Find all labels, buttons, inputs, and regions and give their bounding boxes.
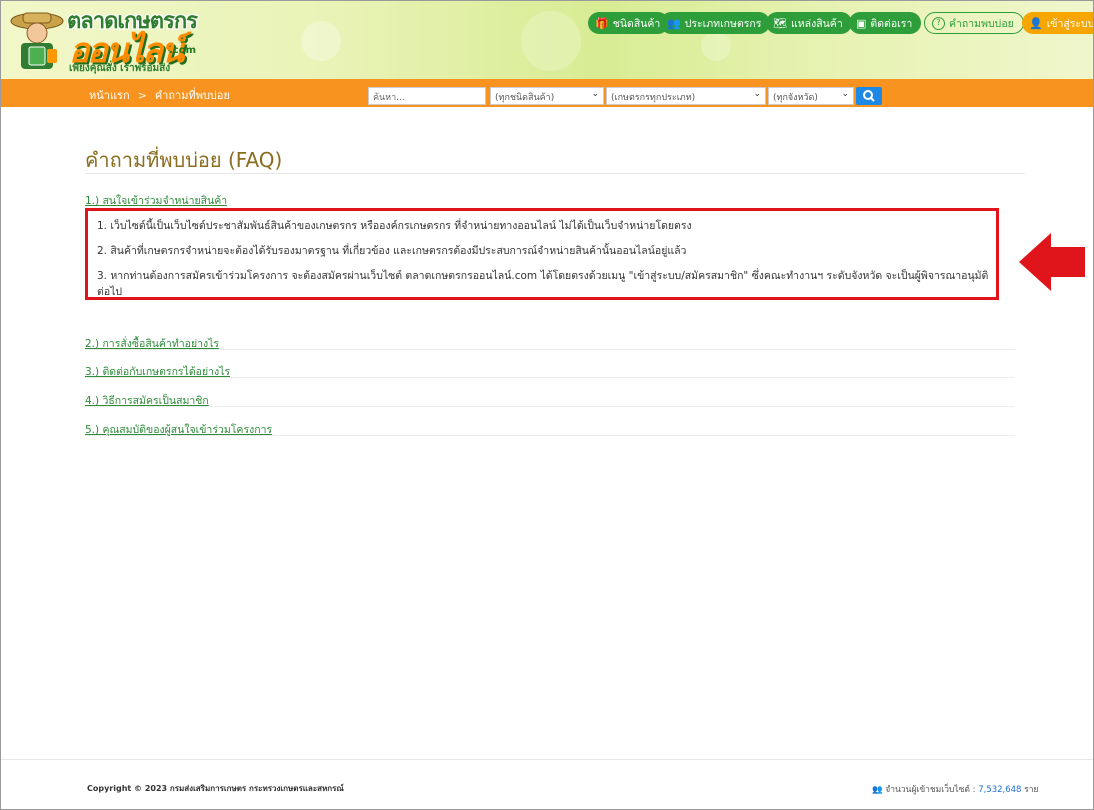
- faq-question-row: 2.) การสั่งซื้อสินค้าทำอย่างไร: [85, 332, 1015, 350]
- gift-icon: 🎁: [595, 16, 609, 30]
- logo-slogan: เพียงคุณสั่ง เราพร้อมส่ง: [69, 63, 171, 74]
- nav-label: แหล่งสินค้า: [790, 17, 843, 30]
- search-button[interactable]: [856, 87, 882, 105]
- visitor-unit: ราย: [1024, 785, 1039, 795]
- province-value: (ทุกจังหวัด): [773, 93, 818, 103]
- visitor-count: 7,532,648: [978, 785, 1022, 795]
- faq-question-1[interactable]: 1.) สนใจเข้าร่วมจำหน่ายสินค้า: [85, 192, 227, 209]
- faq-answer-line: ต่อไป: [97, 286, 123, 298]
- product-type-value: (ทุกชนิดสินค้า): [495, 93, 555, 103]
- nav-farmer-type-button[interactable]: 👥 ประเภทเกษตรกร: [660, 12, 771, 34]
- people-icon: 👥: [667, 16, 681, 30]
- faq-question-3[interactable]: 3.) ติดต่อกับเกษตรกรได้อย่างไร: [85, 366, 230, 378]
- search-icon: [863, 90, 875, 102]
- faq-question-2[interactable]: 2.) การสั่งซื้อสินค้าทำอย่างไร: [85, 338, 219, 350]
- faq-question-5[interactable]: 5.) คุณสมบัติของผู้สนใจเข้าร่วมโครงการ: [85, 424, 272, 436]
- farmer-type-value: (เกษตรกรทุกประเภท): [611, 93, 696, 103]
- province-select[interactable]: (ทุกจังหวัด) ⌄: [768, 87, 854, 105]
- nav-source-button[interactable]: 🗺 แหล่งสินค้า: [766, 12, 852, 34]
- faq-question-row: 4.) วิธีการสมัครเป็นสมาชิก: [85, 389, 1015, 407]
- red-arrow-icon: [1019, 233, 1085, 291]
- nav-contact-button[interactable]: ▣ ติดต่อเรา: [849, 12, 922, 34]
- chevron-down-icon: ⌄: [753, 89, 761, 99]
- farmer-mascot-icon: [10, 12, 64, 69]
- browser-frame: ตลาดเกษตรกร ออนไลน์ .com เพียงคุณสั่ง เร…: [0, 0, 1094, 810]
- nav-login-button[interactable]: 👤 เข้าสู่ระบบ: [1022, 12, 1093, 34]
- faq-answer-line: 1. เว็บไซต์นี้เป็นเว็บไซต์ประชาสัมพันธ์ส…: [97, 220, 692, 232]
- people-icon: 👥: [872, 785, 883, 795]
- faq-question-row: 5.) คุณสมบัติของผู้สนใจเข้าร่วมโครงการ: [85, 418, 1015, 436]
- logo-dotcom: .com: [169, 45, 197, 56]
- breadcrumb-separator: >: [137, 88, 147, 102]
- farmer-type-select[interactable]: (เกษตรกรทุกประเภท) ⌄: [606, 87, 766, 105]
- question-icon: ?: [932, 16, 945, 30]
- faq-answer-line: 3. หากท่านต้องการสมัครเข้าร่วมโครงการ จะ…: [97, 270, 989, 282]
- page-title: คำถามที่พบบ่อย (FAQ): [85, 148, 283, 172]
- nav-label: คำถามพบบ่อย: [949, 17, 1014, 30]
- footer-divider: [1, 759, 1093, 760]
- breadcrumb: หน้าแรก > คำถามที่พบบ่อย: [89, 86, 230, 104]
- nav-product-type-button[interactable]: 🎁 ชนิดสินค้า: [588, 12, 670, 34]
- nav-faq-button[interactable]: ? คำถามพบบ่อย: [924, 12, 1024, 34]
- breadcrumb-current: คำถามที่พบบ่อย: [154, 89, 230, 102]
- faq-question-row: 3.) ติดต่อกับเกษตรกรได้อย่างไร: [85, 360, 1015, 378]
- visitor-counter: 👥 จำนวนผู้เข้าชมเว็บไซต์ : 7,532,648 ราย: [872, 782, 1039, 796]
- breadcrumb-home[interactable]: หน้าแรก: [89, 86, 130, 104]
- chevron-down-icon: ⌄: [841, 89, 849, 99]
- nav-label: ชนิดสินค้า: [612, 17, 661, 30]
- title-divider: [85, 173, 1025, 174]
- nav-label: ติดต่อเรา: [870, 17, 913, 30]
- faq-answer-line: 2. สินค้าที่เกษตรกรจำหน่ายจะต้องได้รับรอ…: [97, 245, 687, 257]
- map-icon: 🗺: [773, 16, 787, 30]
- nav-label: ประเภทเกษตรกร: [684, 17, 762, 30]
- site-logo[interactable]: ตลาดเกษตรกร ออนไลน์ .com เพียงคุณสั่ง เร…: [9, 5, 239, 75]
- faq-question-4[interactable]: 4.) วิธีการสมัครเป็นสมาชิก: [85, 395, 209, 407]
- visitor-label: จำนวนผู้เข้าชมเว็บไซต์ :: [885, 785, 976, 795]
- user-icon: 👤: [1029, 16, 1043, 30]
- footer-copyright: Copyright © 2023 กรมส่งเสริมการเกษตร กระ…: [87, 784, 344, 793]
- product-type-select[interactable]: (ทุกชนิดสินค้า) ⌄: [490, 87, 604, 105]
- contact-icon: ▣: [856, 16, 867, 30]
- site-header: ตลาดเกษตรกร ออนไลน์ .com เพียงคุณสั่ง เร…: [1, 1, 1093, 79]
- nav-label: เข้าสู่ระบบ: [1046, 17, 1094, 30]
- chevron-down-icon: ⌄: [591, 89, 599, 99]
- search-input[interactable]: ค้นหา...: [368, 87, 486, 105]
